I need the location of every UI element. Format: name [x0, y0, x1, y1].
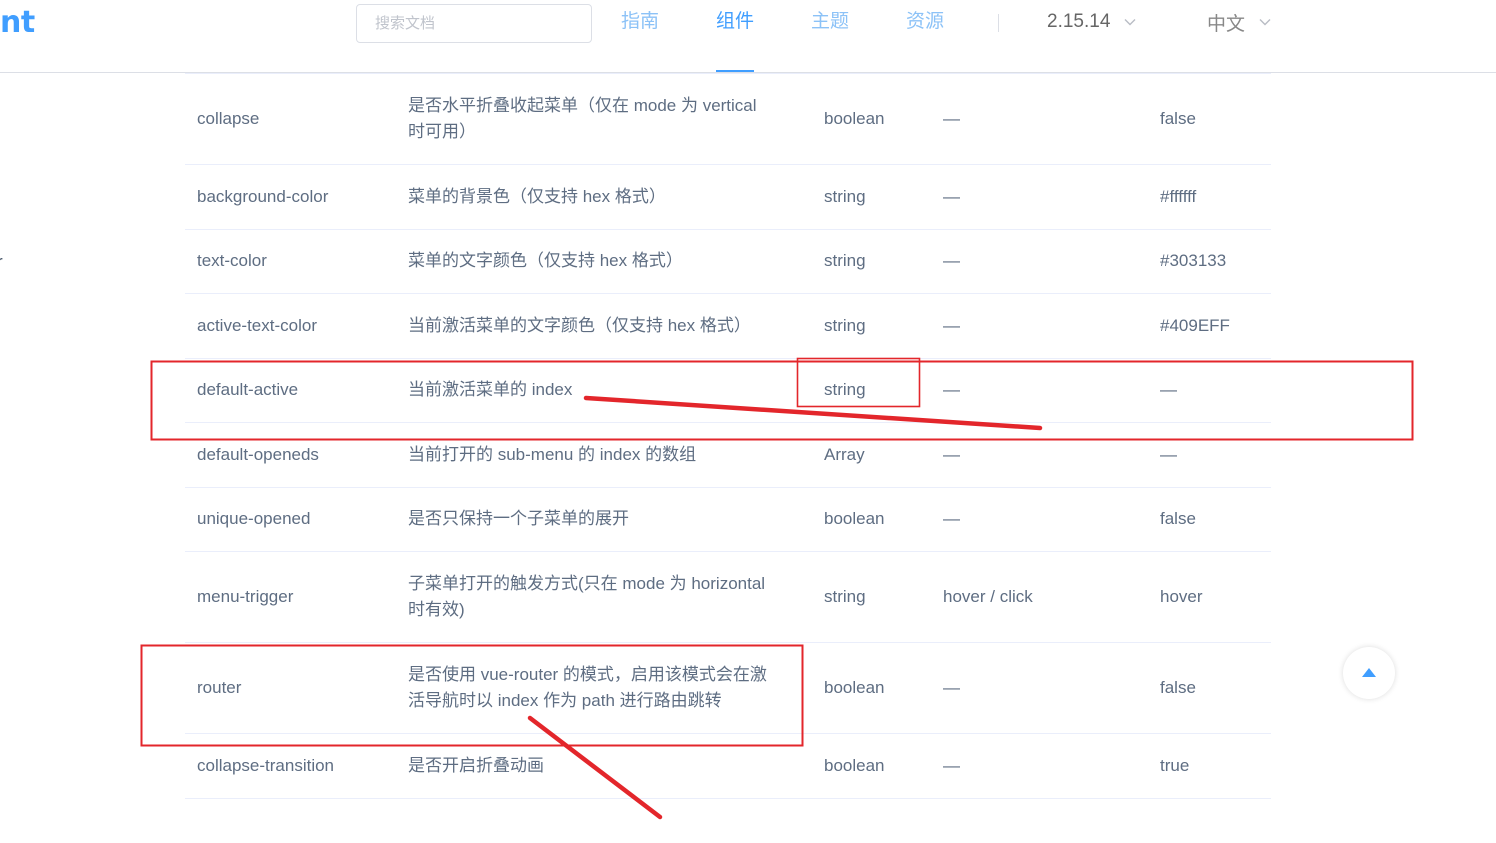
chevron-down-icon [1124, 18, 1136, 26]
nav-item-theme[interactable]: 主题 [811, 0, 906, 72]
table-row: default-openeds 当前打开的 sub-menu 的 index 的数… [185, 422, 1271, 488]
attr-accepted-values-cell: hover / click [931, 551, 1148, 643]
attr-description-cell: 当前打开的 sub-menu 的 index 的数组 [396, 422, 812, 488]
attr-name-cell: collapse [185, 73, 396, 165]
attr-accepted-values-cell: — [931, 358, 1148, 423]
version-label: 2.15.14 [1047, 11, 1111, 32]
attr-type-cell: string [812, 358, 931, 423]
attributes-table-body: collapse 是否水平折叠收起菜单（仅在 mode 为 vertical 时可… [185, 73, 1271, 799]
nav-divider [998, 14, 999, 32]
attr-default-cell: hover [1148, 551, 1271, 643]
attr-name-cell: background-color [185, 164, 396, 230]
attr-description-cell: 子菜单打开的触发方式(只在 mode 为 horizontal 时有效) [396, 551, 812, 643]
attr-description-cell: 菜单的背景色（仅支持 hex 格式） [396, 164, 812, 230]
attr-name-cell: default-active [185, 358, 396, 423]
sidebar-item-partial[interactable]: r [0, 249, 3, 275]
attr-type-cell: string [812, 293, 931, 359]
attr-accepted-values-cell: — [931, 229, 1148, 294]
attr-name-cell: router [185, 642, 396, 734]
table-row: default-active 当前激活菜单的 index string — — [185, 358, 1271, 423]
attr-type-cell: Array [812, 422, 931, 488]
attr-description-cell: 菜单的文字颜色（仅支持 hex 格式） [396, 229, 812, 294]
attr-description-cell: 当前激活菜单的 index [396, 358, 812, 423]
site-header: nt 指南 组件 主题 资源 2.15.14 中文 [0, 0, 1496, 73]
table-row: active-text-color 当前激活菜单的文字颜色（仅支持 hex 格式）… [185, 293, 1271, 359]
language-dropdown[interactable]: 中文 [1207, 0, 1271, 44]
attr-default-cell: true [1148, 733, 1271, 799]
attr-description-cell: 当前激活菜单的文字颜色（仅支持 hex 格式） [396, 293, 812, 359]
attr-accepted-values-cell: — [931, 73, 1148, 165]
attr-type-cell: boolean [812, 733, 931, 799]
table-row: text-color 菜单的文字颜色（仅支持 hex 格式） string — #303… [185, 229, 1271, 294]
attr-type-cell: string [812, 164, 931, 230]
attr-default-cell: false [1148, 73, 1271, 165]
attr-accepted-values-cell: — [931, 164, 1148, 230]
attr-name-cell: menu-trigger [185, 551, 396, 643]
attr-type-cell: string [812, 229, 931, 294]
table-row: router 是否使用 vue-router 的模式，启用该模式会在激 活导航时以… [185, 642, 1271, 734]
attr-default-cell: #303133 [1148, 229, 1271, 294]
table-row: collapse-transition 是否开启折叠动画 boolean — true [185, 733, 1271, 799]
attr-name-cell: default-openeds [185, 422, 396, 488]
attr-type-cell: boolean [812, 73, 931, 165]
attr-default-cell: #ffffff [1148, 164, 1271, 230]
table-row: unique-opened 是否只保持一个子菜单的展开 boolean — false [185, 487, 1271, 552]
attr-description-cell: 是否使用 vue-router 的模式，启用该模式会在激 活导航时以 index… [396, 642, 812, 734]
attr-type-cell: string [812, 551, 931, 643]
attr-type-cell: boolean [812, 642, 931, 734]
attr-type-cell: boolean [812, 487, 931, 552]
attr-name-cell: text-color [185, 229, 396, 294]
nav-item-label: 资源 [906, 11, 945, 32]
attr-accepted-values-cell: — [931, 487, 1148, 552]
nav-item-components[interactable]: 组件 [716, 0, 811, 72]
table-row: collapse 是否水平折叠收起菜单（仅在 mode 为 vertical 时可… [185, 73, 1271, 165]
nav-item-label: 指南 [621, 11, 660, 32]
logo[interactable]: nt [0, 5, 35, 41]
main-nav: 指南 组件 主题 资源 [621, 0, 1001, 72]
attr-name-cell: active-text-color [185, 293, 396, 359]
attr-default-cell: #409EFF [1148, 293, 1271, 359]
attr-description-cell: 是否只保持一个子菜单的展开 [396, 487, 812, 552]
attr-name-cell: unique-opened [185, 487, 396, 552]
table-row: background-color 菜单的背景色（仅支持 hex 格式） string… [185, 164, 1271, 230]
attr-name-cell: collapse-transition [185, 733, 396, 799]
chevron-down-icon [1259, 18, 1271, 26]
attr-default-cell: false [1148, 642, 1271, 734]
language-label: 中文 [1207, 13, 1246, 35]
nav-item-label: 主题 [811, 11, 850, 32]
back-to-top-button[interactable] [1343, 647, 1395, 699]
attr-default-cell: — [1148, 422, 1271, 488]
attr-accepted-values-cell: — [931, 293, 1148, 359]
attr-accepted-values-cell: — [931, 422, 1148, 488]
nav-item-label: 组件 [716, 0, 755, 72]
search-input[interactable] [356, 4, 592, 43]
attr-description-cell: 是否水平折叠收起菜单（仅在 mode 为 vertical 时可用） [396, 73, 812, 165]
attr-default-cell: false [1148, 487, 1271, 552]
version-dropdown[interactable]: 2.15.14 [1047, 0, 1136, 44]
attr-default-cell: — [1148, 358, 1271, 423]
attr-accepted-values-cell: — [931, 642, 1148, 734]
attr-accepted-values-cell: — [931, 733, 1148, 799]
table-row: menu-trigger 子菜单打开的触发方式(只在 mode 为 horizon… [185, 551, 1271, 643]
attr-description-cell: 是否开启折叠动画 [396, 733, 812, 799]
nav-item-guide[interactable]: 指南 [621, 0, 716, 72]
caret-up-icon [1362, 667, 1376, 677]
nav-item-resources[interactable]: 资源 [906, 0, 1001, 72]
attributes-table: collapse 是否水平折叠收起菜单（仅在 mode 为 vertical 时可… [185, 73, 1271, 799]
